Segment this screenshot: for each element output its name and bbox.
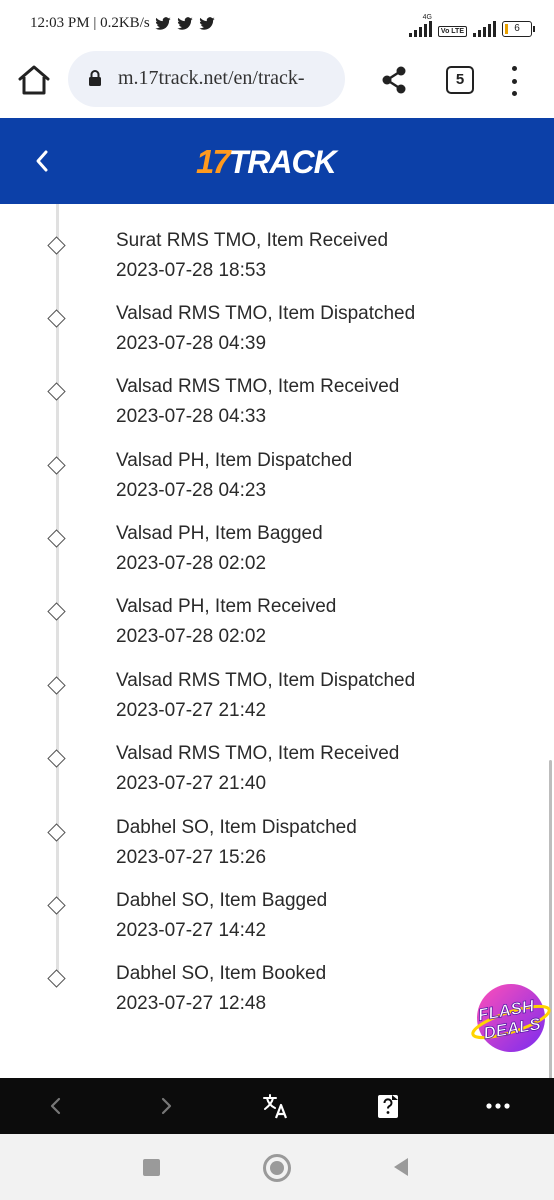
status-bar: 12:03 PM | 0.2KB/s 4G Vo LTE 6 [0, 0, 554, 46]
timeline-event: Valsad PH, Item Bagged 2023-07-28 02:02 [0, 523, 554, 596]
status-left: 12:03 PM | 0.2KB/s [30, 15, 216, 32]
browser-toolbar: m.17track.net/en/track- 5 [0, 46, 554, 118]
network-type: 4G [422, 14, 432, 21]
timeline-event: Valsad PH, Item Dispatched 2023-07-28 04… [0, 450, 554, 523]
address-bar[interactable]: m.17track.net/en/track- [68, 51, 345, 107]
diamond-icon [47, 823, 66, 842]
signal-icon [408, 21, 432, 37]
event-time: 2023-07-27 12:48 [116, 993, 267, 1014]
timeline-event: Valsad RMS TMO, Item Received 2023-07-27… [0, 743, 554, 816]
event-time: 2023-07-27 14:42 [116, 920, 267, 941]
flash-deals-badge[interactable]: FLASH DEALS [467, 978, 551, 1062]
diamond-icon [47, 529, 66, 548]
diamond-icon [47, 749, 66, 768]
event-description: Valsad PH, Item Received [116, 596, 337, 617]
back-arrow-icon[interactable] [34, 149, 50, 173]
event-description: Valsad PH, Item Dispatched [116, 450, 353, 471]
more-icon[interactable] [484, 1092, 512, 1120]
more-menu-button[interactable] [506, 66, 522, 96]
timeline-event: Valsad PH, Item Received 2023-07-28 02:0… [0, 596, 554, 669]
event-description: Valsad RMS TMO, Item Received [116, 743, 400, 764]
system-nav-bar [0, 1134, 554, 1200]
status-right: 4G Vo LTE 6 [408, 14, 535, 37]
twitter-icon [177, 16, 193, 30]
volte-badge: Vo LTE [437, 26, 467, 37]
home-icon[interactable] [16, 62, 52, 98]
diamond-icon [47, 236, 66, 255]
event-description: Dabhel SO, Item Booked [116, 963, 327, 984]
tracking-timeline: Surat RMS TMO, Item Received 2023-07-28 … [0, 204, 554, 1078]
battery-icon: 6 [502, 21, 535, 37]
diamond-icon [47, 676, 66, 695]
event-time: 2023-07-28 02:02 [116, 626, 267, 647]
status-time-speed: 12:03 PM | 0.2KB/s [30, 15, 150, 31]
event-description: Valsad RMS TMO, Item Dispatched [116, 670, 416, 691]
event-description: Valsad PH, Item Bagged [116, 523, 323, 544]
back-triangle-icon[interactable] [392, 1156, 410, 1178]
lock-icon [89, 70, 101, 86]
event-time: 2023-07-28 04:33 [116, 406, 267, 427]
share-icon[interactable] [380, 65, 408, 95]
home-button[interactable] [263, 1154, 291, 1182]
timeline-event: Dabhel SO, Item Dispatched 2023-07-27 15… [0, 817, 554, 890]
event-description: Valsad RMS TMO, Item Received [116, 376, 400, 397]
tab-switcher-button[interactable]: 5 [446, 66, 474, 94]
site-logo[interactable]: 17 TRACK [196, 142, 337, 182]
help-card-icon[interactable] [374, 1092, 402, 1120]
diamond-icon [47, 602, 66, 621]
menu-dot [511, 66, 517, 71]
twitter-icon [199, 16, 215, 30]
timeline-event: Surat RMS TMO, Item Received 2023-07-28 … [0, 230, 554, 303]
event-time: 2023-07-27 15:26 [116, 847, 267, 868]
recents-button[interactable] [143, 1159, 160, 1176]
event-time: 2023-07-27 21:40 [116, 773, 267, 794]
event-description: Valsad RMS TMO, Item Dispatched [116, 303, 416, 324]
timeline-event: Dabhel SO, Item Bagged 2023-07-27 14:42 [0, 890, 554, 963]
translate-icon[interactable] [262, 1092, 290, 1120]
timeline-event: Valsad RMS TMO, Item Received 2023-07-28… [0, 376, 554, 449]
url-text[interactable]: m.17track.net/en/track- [118, 67, 340, 90]
diamond-icon [47, 456, 66, 475]
event-description: Dabhel SO, Item Dispatched [116, 817, 357, 838]
event-time: 2023-07-28 02:02 [116, 553, 267, 574]
twitter-icon [155, 16, 171, 30]
timeline-event: Valsad RMS TMO, Item Dispatched 2023-07-… [0, 303, 554, 376]
diamond-icon [47, 382, 66, 401]
forward-icon[interactable] [152, 1092, 180, 1120]
logo-number: 17 [196, 143, 231, 180]
menu-dot [511, 78, 517, 84]
diamond-icon [47, 896, 66, 915]
diamond-icon [47, 309, 66, 328]
event-time: 2023-07-27 21:42 [116, 700, 267, 721]
timeline-event: Valsad RMS TMO, Item Dispatched 2023-07-… [0, 670, 554, 743]
signal-icon [473, 21, 496, 37]
bottom-toolbar [0, 1078, 554, 1134]
diamond-icon [47, 969, 66, 988]
back-icon[interactable] [42, 1092, 70, 1120]
event-time: 2023-07-28 04:39 [116, 333, 267, 354]
event-time: 2023-07-28 04:23 [116, 480, 267, 501]
menu-dot [511, 91, 517, 96]
site-header: 17 TRACK [0, 118, 554, 204]
event-time: 2023-07-28 18:53 [116, 260, 267, 281]
logo-text: TRACK [228, 143, 337, 180]
event-description: Dabhel SO, Item Bagged [116, 890, 328, 911]
event-description: Surat RMS TMO, Item Received [116, 230, 389, 251]
